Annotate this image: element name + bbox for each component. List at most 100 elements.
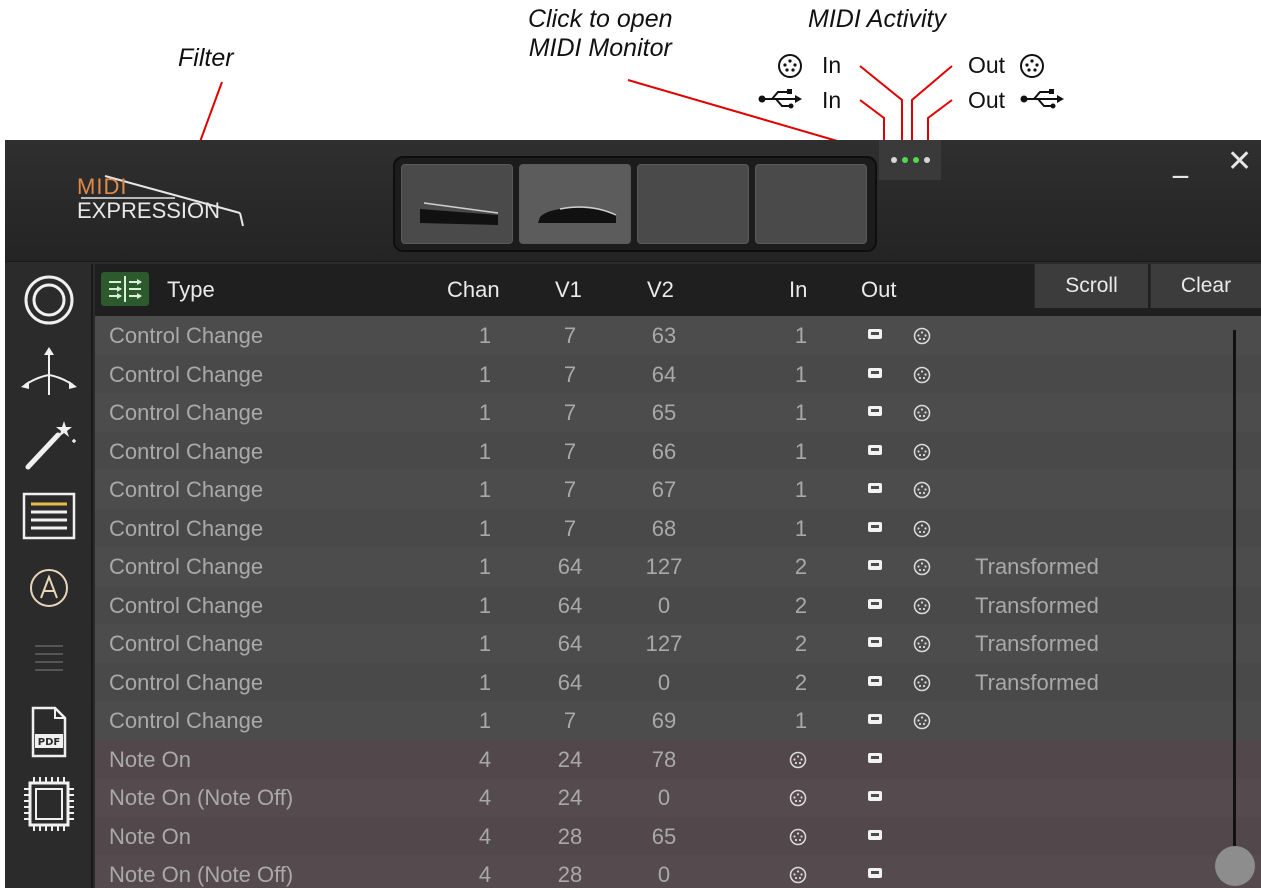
cell-v2: 64 xyxy=(651,361,677,387)
sidebar-item-autopilot[interactable] xyxy=(5,552,93,624)
cell-type: Note On (Note Off) xyxy=(109,785,294,810)
pedal-slot-2[interactable] xyxy=(519,164,631,244)
table-header: Type Chan V1 V2 In Out Scroll Clear xyxy=(95,264,1261,316)
cell-type: Control Change xyxy=(109,323,264,348)
cell-v2: 0 xyxy=(657,669,671,695)
usb-port-icon xyxy=(867,674,883,693)
open-monitor-annotation-line2: MIDI Monitor xyxy=(528,33,672,62)
filter-icon xyxy=(109,276,142,302)
table-row[interactable]: Note On 4 28 65 xyxy=(95,816,1261,855)
usb-port-icon xyxy=(867,366,883,385)
cell-type: Control Change xyxy=(109,669,264,695)
midi-monitor-panel: Type Chan V1 V2 In Out Scroll Clear Cont… xyxy=(95,264,1261,888)
cell-chan: 1 xyxy=(478,361,492,387)
cell-chan: 4 xyxy=(478,785,492,810)
cell-v1: 24 xyxy=(557,746,583,772)
cell-v2: 67 xyxy=(651,477,677,502)
table-row[interactable]: Control Change 1 7 63 1 xyxy=(95,316,1261,355)
cell-v1: 64 xyxy=(557,631,583,656)
table-row[interactable]: Control Change 1 7 67 1 xyxy=(95,470,1261,509)
usb-port-icon xyxy=(867,327,883,346)
cell-type: Note On xyxy=(109,746,191,772)
cell-status: Transformed xyxy=(975,631,1099,656)
cell-type: Control Change xyxy=(109,438,264,464)
midi-monitor-button[interactable] xyxy=(879,140,941,180)
cell-in: 2 xyxy=(794,631,808,656)
scrollbar-track[interactable] xyxy=(1233,330,1236,870)
cell-status: Transformed xyxy=(975,669,1099,695)
pdf-icon: PDF xyxy=(31,706,67,758)
din-port-icon xyxy=(913,558,931,581)
sidebar-item-routing[interactable] xyxy=(5,336,93,408)
cell-in: 1 xyxy=(794,323,808,348)
column-header-chan[interactable]: Chan xyxy=(447,277,500,303)
minimize-button[interactable]: _ xyxy=(1173,144,1188,179)
din-port-icon xyxy=(913,712,931,735)
filter-annotation: Filter xyxy=(178,44,234,72)
logo-midi-text: MIDI xyxy=(77,174,128,199)
din-port-icon xyxy=(913,481,931,504)
din-port-icon xyxy=(789,828,807,851)
sidebar-item-monitor[interactable] xyxy=(5,480,93,552)
din-out-activity-led xyxy=(901,157,908,163)
cell-chan: 1 xyxy=(478,708,492,733)
sidebar-item-pdf[interactable]: PDF xyxy=(5,696,93,768)
table-row[interactable]: Control Change 1 64 0 2 Transformed xyxy=(95,662,1261,701)
din-in-label: In xyxy=(822,52,842,78)
cell-type: Control Change xyxy=(109,361,264,387)
usb-in-activity-led xyxy=(912,157,919,163)
table-row[interactable]: Note On 4 24 78 xyxy=(95,739,1261,778)
cell-chan: 4 xyxy=(478,862,492,887)
din-out-icon xyxy=(1020,54,1044,78)
cell-v1: 7 xyxy=(563,438,577,464)
cell-v2: 78 xyxy=(651,746,677,772)
table-row[interactable]: Note On (Note Off) 4 24 0 xyxy=(95,778,1261,817)
column-header-v2[interactable]: V2 xyxy=(647,277,674,303)
scrollbar-thumb[interactable] xyxy=(1215,846,1255,886)
table-row[interactable]: Control Change 1 64 127 2 Transformed xyxy=(95,547,1261,586)
usb-port-icon xyxy=(867,828,883,847)
usb-port-icon xyxy=(867,789,883,808)
table-row[interactable]: Note On (Note Off) 4 28 0 xyxy=(95,855,1261,888)
filter-button[interactable] xyxy=(101,272,149,306)
usb-port-icon xyxy=(867,443,883,462)
usb-out-label: Out xyxy=(968,87,1006,113)
cell-type: Note On xyxy=(109,823,191,849)
column-header-v1[interactable]: V1 xyxy=(555,277,582,303)
sidebar-item-device[interactable] xyxy=(5,768,93,840)
table-row[interactable]: Control Change 1 64 127 2 Transformed xyxy=(95,624,1261,663)
sidebar-item-record[interactable] xyxy=(5,264,93,336)
cell-chan: 1 xyxy=(478,515,492,541)
table-row[interactable]: Control Change 1 7 68 1 xyxy=(95,508,1261,547)
column-header-in[interactable]: In xyxy=(789,277,807,303)
clear-button[interactable]: Clear xyxy=(1150,264,1261,308)
sidebar-item-transform[interactable] xyxy=(5,408,93,480)
table-row[interactable]: Control Change 1 7 65 1 xyxy=(95,393,1261,432)
sidebar-item-menu[interactable] xyxy=(5,624,93,696)
pedal-slot-4[interactable] xyxy=(755,164,867,244)
cell-v1: 7 xyxy=(563,477,577,502)
app-logo: MIDI EXPRESSION xyxy=(75,168,265,238)
pedal-slot-3[interactable] xyxy=(637,164,749,244)
table-row[interactable]: Control Change 1 7 66 1 xyxy=(95,431,1261,470)
close-button[interactable]: ✕ xyxy=(1227,144,1252,179)
table-row[interactable]: Control Change 1 7 64 1 xyxy=(95,354,1261,393)
midi-activity-annotation: MIDI Activity xyxy=(808,5,946,33)
cell-v1: 28 xyxy=(557,862,583,887)
scroll-button[interactable]: Scroll xyxy=(1034,264,1148,308)
column-header-out[interactable]: Out xyxy=(861,277,896,303)
din-port-icon xyxy=(913,597,931,620)
column-header-type[interactable]: Type xyxy=(167,277,215,303)
routing-icon xyxy=(21,347,77,395)
pedal-slot-1[interactable] xyxy=(401,164,513,244)
svg-text:PDF: PDF xyxy=(38,737,60,748)
cell-status: Transformed xyxy=(975,592,1099,618)
cell-type: Control Change xyxy=(109,515,264,541)
table-row[interactable]: Control Change 1 7 69 1 xyxy=(95,701,1261,740)
table-row[interactable]: Control Change 1 64 0 2 Transformed xyxy=(95,585,1261,624)
autopilot-icon xyxy=(30,569,68,607)
cell-v2: 0 xyxy=(657,592,671,618)
usb-port-icon xyxy=(867,520,883,539)
cell-in: 2 xyxy=(794,554,808,579)
open-monitor-annotation: Click to open MIDI Monitor xyxy=(528,5,673,63)
